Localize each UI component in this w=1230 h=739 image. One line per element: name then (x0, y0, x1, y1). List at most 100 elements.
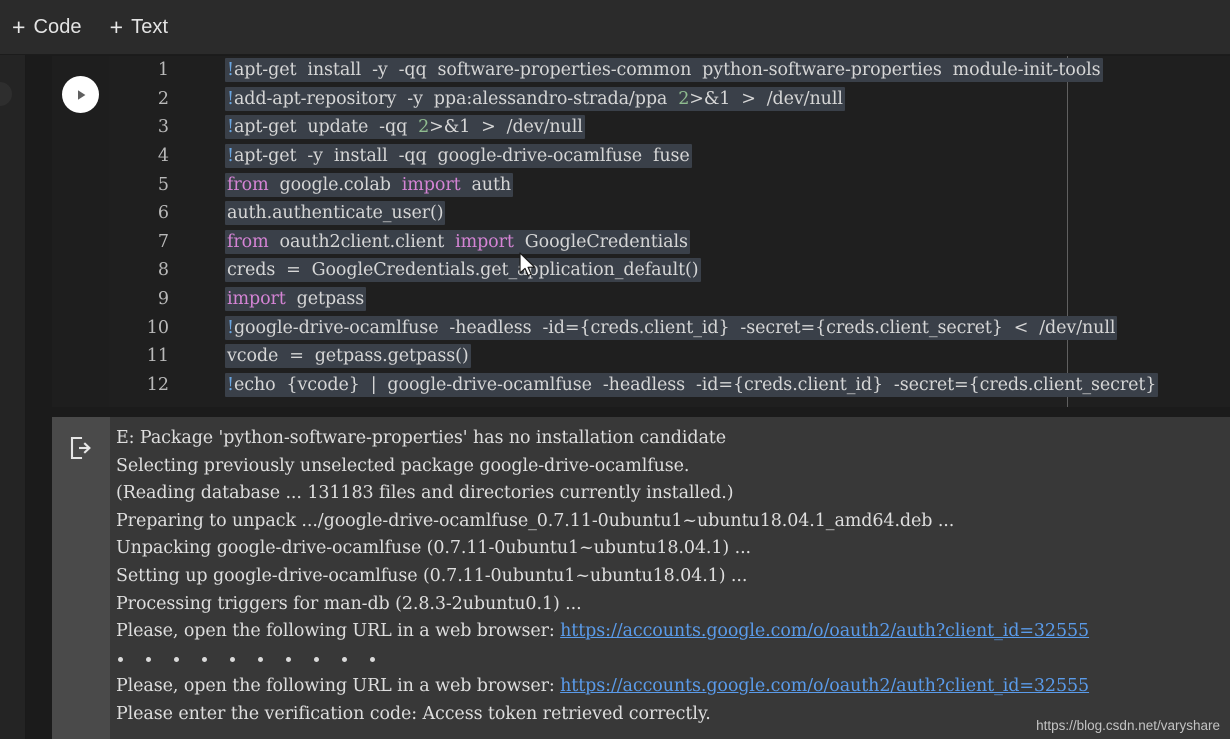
code-token: getpass (285, 289, 365, 310)
code-token: ! (227, 146, 234, 167)
line-number: 6 (157, 203, 169, 224)
output-line: Preparing to unpack .../google-drive-oca… (116, 510, 955, 531)
output-line-text: Please, open the following URL in a web … (116, 676, 561, 697)
left-sidebar-rail[interactable] (0, 55, 26, 739)
add-text-cell-button[interactable]: + Text (104, 12, 179, 43)
code-line[interactable]: 12 !echo {vcode} | google-drive-ocamlfuse… (109, 371, 1230, 400)
output-progress-dots (110, 646, 1230, 674)
oauth-url-link[interactable]: https://accounts.google.com/o/oauth2/aut… (560, 676, 1089, 696)
line-number: 10 (146, 317, 169, 338)
code-token: auth.authenticate_user() (227, 203, 444, 224)
code-line[interactable]: 3 !apt-get update -qq 2>&1 > /dev/null (109, 113, 1230, 142)
watermark-label: https://blog.csdn.net/varyshare (1036, 718, 1220, 733)
output-line: Please, open the following URL in a web … (110, 673, 1230, 701)
add-code-cell-label: Code (33, 15, 82, 38)
code-token: import (401, 174, 461, 195)
line-number: 1 (157, 60, 169, 81)
code-token: >&1 > /dev/null (689, 88, 843, 109)
output-line: Processing triggers for man-db (2.8.3-2u… (116, 593, 582, 614)
progress-dot (314, 657, 319, 663)
progress-dot (118, 657, 123, 663)
code-line-text[interactable]: !apt-get install -y -qq software-propert… (225, 58, 1103, 83)
code-token: apt-get -y install -qq google-drive-ocam… (233, 146, 690, 167)
output-line: Selecting previously unselected package … (116, 455, 690, 476)
output-line: Unpacking google-drive-ocamlfuse (0.7.11… (116, 538, 752, 559)
sidebar-toggle-handle[interactable] (0, 82, 12, 106)
code-editor[interactable]: 1 !apt-get install -y -qq software-proper… (109, 56, 1230, 407)
code-line-text[interactable]: !apt-get -y install -qq google-drive-oca… (225, 144, 692, 169)
code-cell[interactable]: 1 !apt-get install -y -qq software-proper… (52, 56, 1230, 407)
code-line-text[interactable]: vcode = getpass.getpass() (225, 344, 471, 369)
code-line-text[interactable]: from oauth2client.client import GoogleCr… (225, 229, 690, 254)
code-token: import (455, 231, 514, 252)
code-token: creds = GoogleCredentials.get_applicatio… (227, 260, 699, 281)
output-text: E: Package 'python-software-properties' … (110, 417, 1230, 739)
line-number: 4 (157, 146, 169, 167)
code-line[interactable]: 2 !add-apt-repository -y ppa:alessandro-s… (109, 85, 1230, 114)
cell-output-area: E: Package 'python-software-properties' … (52, 417, 1230, 739)
output-line: Please, open the following URL in a web … (110, 618, 1230, 646)
code-line[interactable]: 9 import getpass (109, 285, 1230, 314)
plus-icon: + (109, 13, 124, 40)
colab-notebook-window: + Code + Text 1 !apt-get install -y -qq s… (0, 0, 1230, 739)
code-token: echo {vcode} | google-drive-ocamlfuse -h… (233, 374, 1157, 395)
line-number: 11 (146, 346, 169, 367)
add-code-cell-button[interactable]: + Code (6, 12, 92, 43)
line-number: 5 (157, 174, 169, 195)
notebook-toolbar: + Code + Text (0, 0, 1230, 55)
code-line[interactable]: 7 from oauth2client.client import GoogleC… (109, 228, 1230, 257)
code-token: from (227, 174, 269, 195)
code-line-text[interactable]: auth.authenticate_user() (225, 201, 446, 226)
code-token: oauth2client.client (268, 231, 456, 252)
code-token: from (227, 231, 269, 252)
code-token: auth (460, 174, 512, 195)
code-token: vcode = getpass.getpass() (227, 346, 469, 367)
code-line[interactable]: 11 vcode = getpass.getpass() (109, 342, 1230, 371)
code-token: ! (227, 60, 234, 81)
code-line-text[interactable]: from google.colab import auth (225, 172, 514, 197)
code-line[interactable]: 8 creds = GoogleCredentials.get_applicati… (109, 256, 1230, 285)
code-token: GoogleCredentials (513, 231, 688, 252)
progress-dot (202, 657, 207, 663)
code-line[interactable]: 1 !apt-get install -y -qq software-proper… (109, 56, 1230, 85)
notebook-left-gutter (27, 55, 52, 739)
code-token: ! (227, 117, 234, 138)
progress-dot (342, 657, 347, 663)
code-token: >&1 > /dev/null (429, 117, 583, 138)
code-line-list: 1 !apt-get install -y -qq software-proper… (109, 56, 1230, 399)
output-arrow-icon[interactable] (68, 435, 94, 466)
code-token: apt-get install -y -qq software-properti… (233, 60, 1101, 81)
progress-dot (146, 657, 151, 663)
code-line-text[interactable]: import getpass (225, 287, 367, 312)
oauth-url-link[interactable]: https://accounts.google.com/o/oauth2/aut… (560, 621, 1089, 641)
code-line-text[interactable]: !apt-get update -qq 2>&1 > /dev/null (225, 115, 585, 140)
output-line: (Reading database ... 131183 files and d… (116, 483, 734, 504)
progress-dot (370, 657, 375, 663)
play-icon (77, 89, 85, 100)
line-number: 8 (157, 260, 169, 281)
code-line[interactable]: 10 !google-drive-ocamlfuse -headless -id=… (109, 313, 1230, 342)
code-line[interactable]: 4 !apt-get -y install -qq google-drive-oc… (109, 142, 1230, 171)
output-line-text: Please, open the following URL in a web … (116, 621, 561, 642)
code-line[interactable]: 5 from google.colab import auth (109, 170, 1230, 199)
run-cell-button[interactable] (62, 76, 99, 113)
code-line-text[interactable]: !google-drive-ocamlfuse -headless -id={c… (225, 315, 1118, 340)
progress-dot (174, 657, 179, 663)
code-token: import (227, 289, 286, 310)
code-token: 2 (418, 117, 430, 138)
output-line: E: Package 'python-software-properties' … (116, 428, 726, 448)
code-line-text[interactable]: creds = GoogleCredentials.get_applicatio… (225, 258, 701, 283)
code-cell-run-gutter (52, 56, 109, 407)
code-token: ! (227, 88, 234, 109)
code-line-text[interactable]: !add-apt-repository -y ppa:alessandro-st… (225, 86, 845, 111)
code-line-text[interactable]: !echo {vcode} | google-drive-ocamlfuse -… (225, 372, 1159, 397)
code-line[interactable]: 6 auth.authenticate_user() (109, 199, 1230, 228)
code-token: google.colab (268, 174, 402, 195)
progress-dot (230, 657, 235, 663)
code-token: ! (227, 374, 234, 395)
code-token: apt-get update -qq (233, 117, 419, 138)
add-text-cell-label: Text (131, 15, 169, 38)
line-number: 2 (157, 88, 169, 109)
code-token: ! (227, 317, 234, 338)
output-line: Setting up google-drive-ocamlfuse (0.7.1… (116, 565, 748, 586)
